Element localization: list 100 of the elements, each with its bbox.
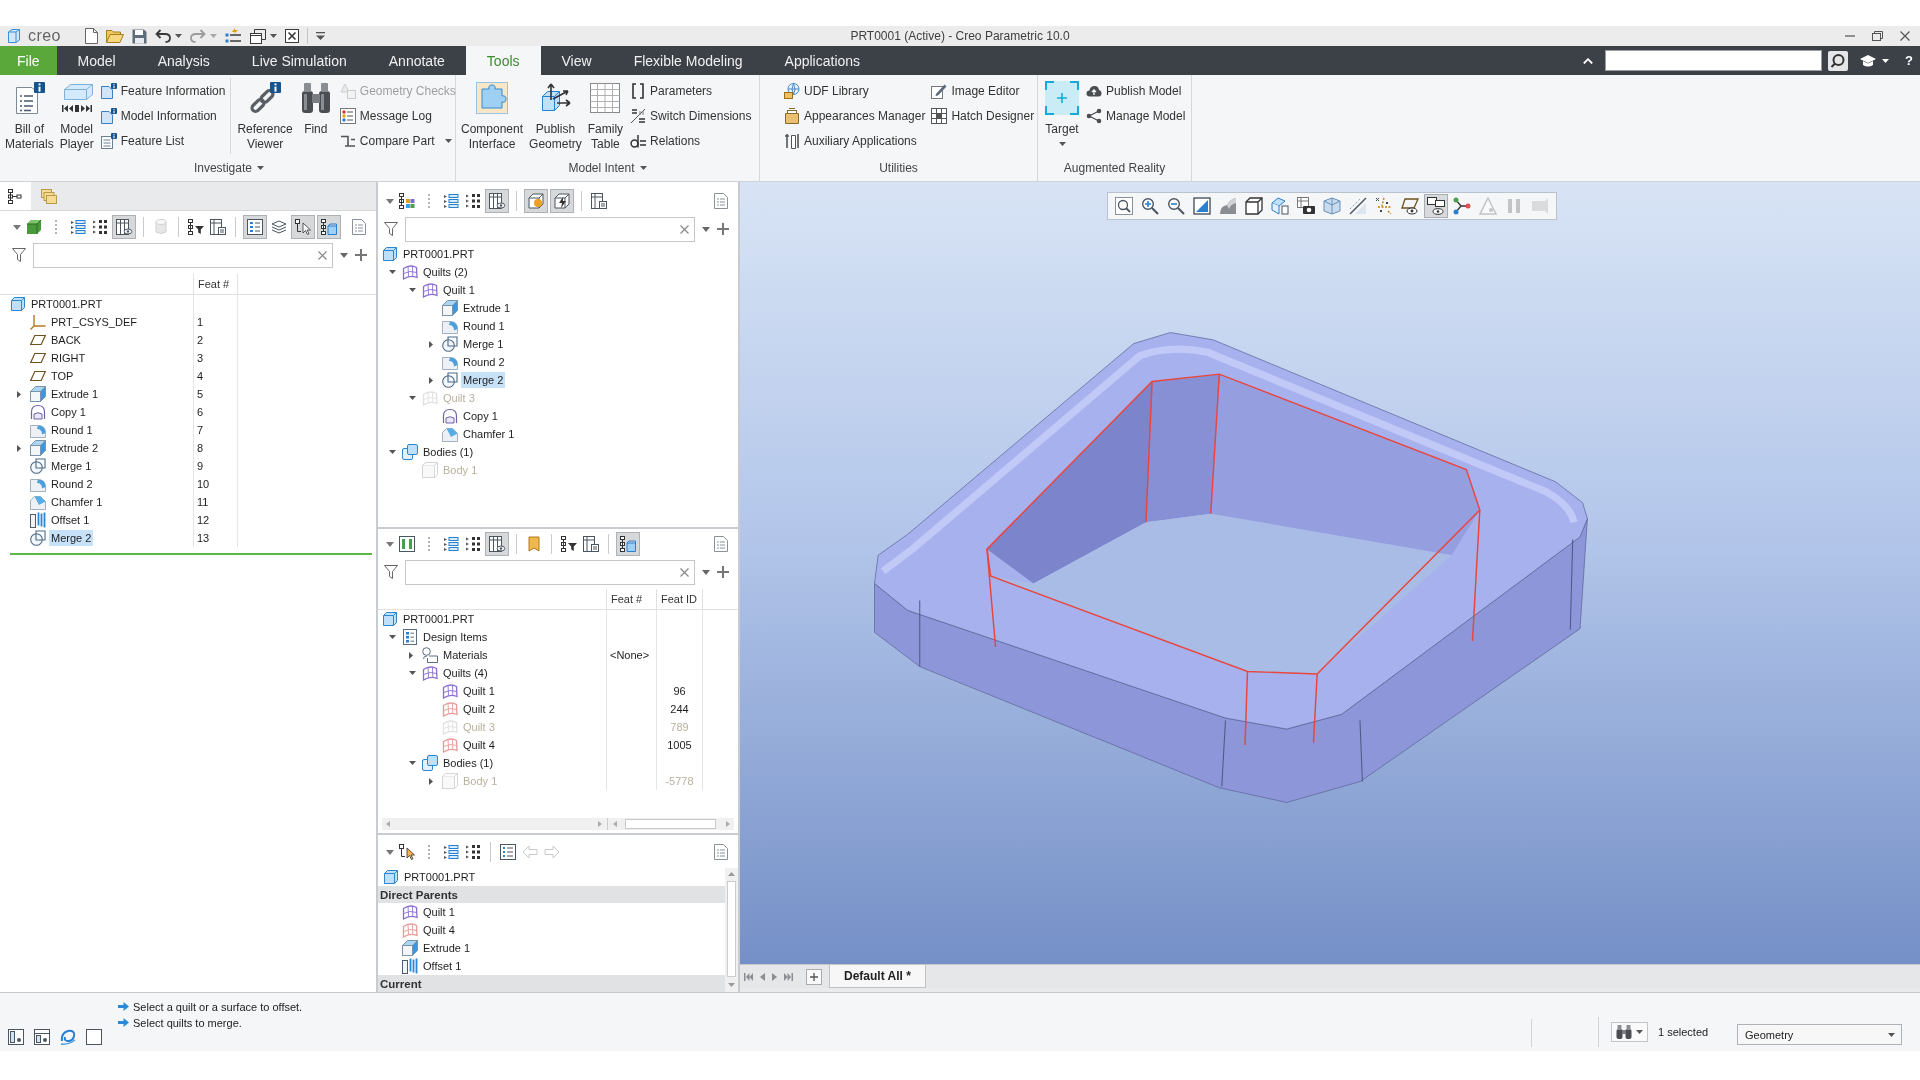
plus-icon[interactable]	[806, 968, 822, 985]
cube-icon[interactable]	[26, 219, 42, 235]
tree-cursor-icon[interactable]	[399, 844, 415, 860]
cube-lightning-icon[interactable]	[550, 189, 574, 213]
panel-tab[interactable]	[0, 182, 31, 210]
tree-item[interactable]: Offset 1	[49, 512, 92, 528]
caret-down-icon[interactable]	[13, 224, 21, 230]
ribbon-tab[interactable]: Applications	[763, 46, 882, 75]
ribbon-button[interactable]: Component Interface	[458, 78, 527, 152]
column-settings-icon[interactable]	[112, 215, 136, 239]
caret-down-icon[interactable]	[702, 226, 710, 232]
sidebar-icon[interactable]	[8, 1029, 24, 1045]
tree-item[interactable]: Merge 1	[49, 458, 94, 474]
caret-down-icon[interactable]	[386, 849, 394, 855]
zoom-fit-icon[interactable]	[1115, 197, 1133, 215]
tree-item[interactable]: Quilt 1	[441, 282, 477, 298]
ribbon-button[interactable]: Appearances Manager	[782, 103, 928, 128]
tree-item[interactable]: Round 1	[461, 318, 507, 334]
ribbon-button[interactable]: Relations	[628, 128, 754, 153]
plus-icon[interactable]	[355, 249, 367, 261]
regenerate-icon[interactable]	[224, 28, 242, 44]
caret-right-icon[interactable]	[409, 651, 413, 659]
tree-box-icon[interactable]	[317, 215, 341, 239]
close-window-icon[interactable]	[284, 29, 299, 43]
tree-list-icon[interactable]	[500, 844, 516, 860]
tree-item[interactable]: Design Items	[421, 629, 490, 645]
tree-item[interactable]: PRT0001.PRT	[401, 611, 477, 627]
last-page-icon[interactable]	[784, 972, 793, 981]
vertical-scrollbar[interactable]	[725, 868, 738, 992]
tree-item[interactable]: Quilt 4	[461, 737, 497, 753]
plus-icon[interactable]	[717, 223, 729, 235]
window-tab[interactable]: Default All *	[829, 965, 926, 988]
datum-display-icon[interactable]	[1375, 197, 1393, 215]
caret-left-icon[interactable]	[760, 972, 765, 981]
caret-down-icon[interactable]	[269, 34, 277, 38]
ribbon-button[interactable]: Parameters	[628, 78, 754, 103]
ribbon-button[interactable]: Manage Model	[1084, 103, 1188, 128]
shading-icon[interactable]	[1219, 197, 1237, 215]
tree-item[interactable]: Merge 2	[49, 530, 94, 546]
clear-icon[interactable]	[680, 567, 689, 577]
caret-right-icon[interactable]	[17, 444, 21, 452]
expand-all-icon[interactable]	[70, 219, 86, 235]
caret-down-icon[interactable]	[444, 138, 452, 143]
caret-down-icon[interactable]	[389, 270, 396, 274]
chevron-up-icon[interactable]	[1583, 57, 1594, 64]
ribbon-button[interactable]: Bill of Materials	[2, 78, 57, 152]
cube-outline-icon[interactable]	[1245, 197, 1263, 215]
ribbon-button[interactable]: Publish Geometry	[526, 78, 585, 152]
tree-item[interactable]: Round 1	[49, 422, 95, 438]
collapse-all-icon[interactable]	[465, 193, 481, 209]
ribbon-button[interactable]: Reference Viewer	[234, 78, 296, 152]
search-field[interactable]	[33, 242, 333, 268]
details-icon[interactable]	[243, 215, 267, 239]
tree-item[interactable]: RIGHT	[49, 350, 88, 366]
caret-right-icon[interactable]	[429, 340, 433, 348]
table-settings-icon[interactable]	[210, 219, 226, 235]
tree-item[interactable]: Copy 1	[461, 408, 500, 424]
notes-icon[interactable]	[351, 219, 367, 235]
caret-down-icon[interactable]	[389, 450, 396, 454]
tree-item[interactable]: Chamfer 1	[461, 426, 517, 442]
layers-icon[interactable]	[271, 219, 287, 235]
plane-eye-icon[interactable]	[1401, 197, 1419, 215]
table-settings-icon[interactable]	[583, 536, 599, 552]
window-icon[interactable]	[86, 1029, 102, 1045]
ribbon-button[interactable]: Target	[1042, 78, 1082, 146]
column-header[interactable]: Feat #	[198, 278, 230, 290]
caret-down-icon[interactable]	[386, 198, 394, 204]
notes-icon[interactable]	[713, 193, 729, 209]
caret-down-icon[interactable]	[409, 671, 416, 675]
plus-icon[interactable]	[717, 566, 729, 578]
tree-item[interactable]: Merge 1	[461, 336, 506, 352]
tree-item[interactable]: TOP	[49, 368, 76, 384]
column-header[interactable]: Feat #	[611, 593, 643, 605]
tree-cursor-icon[interactable]	[291, 215, 315, 239]
ribbon-tab[interactable]: Flexible Modeling	[612, 46, 764, 75]
expand-all-icon[interactable]	[443, 536, 459, 552]
caret-down-icon[interactable]	[1636, 1030, 1643, 1034]
tree-item[interactable]: Extrude 1	[421, 940, 473, 956]
column-settings-icon[interactable]	[485, 189, 509, 213]
caret-down-icon[interactable]	[639, 166, 647, 170]
view-manager-icon[interactable]	[1271, 197, 1289, 215]
ribbon-button[interactable]: Feature Information	[98, 78, 228, 103]
tree-item[interactable]: Round 2	[461, 354, 507, 370]
ribbon-button[interactable]: Find	[295, 78, 336, 152]
tree-item[interactable]: PRT0001.PRT	[401, 246, 477, 262]
collapse-all-icon[interactable]	[92, 219, 108, 235]
save-icon[interactable]	[131, 28, 147, 44]
caret-down-icon[interactable]	[1882, 58, 1890, 63]
tree-filter-icon[interactable]	[188, 219, 204, 235]
ribbon-tab[interactable]: Live Simulation	[230, 46, 368, 75]
tree-item[interactable]: Materials	[441, 647, 490, 663]
help-button[interactable]: ?	[1905, 53, 1913, 68]
tree-item[interactable]: PRT0001.PRT	[402, 869, 478, 885]
caret-down-icon[interactable]	[409, 761, 416, 765]
camera-icon[interactable]	[1297, 197, 1315, 215]
nodes-icon[interactable]	[1453, 197, 1471, 215]
ribbon-tab[interactable]: View	[540, 46, 613, 75]
undo-icon[interactable]	[154, 29, 171, 43]
browser-panel-icon[interactable]	[34, 1029, 50, 1045]
tree-item[interactable]: Round 2	[49, 476, 95, 492]
